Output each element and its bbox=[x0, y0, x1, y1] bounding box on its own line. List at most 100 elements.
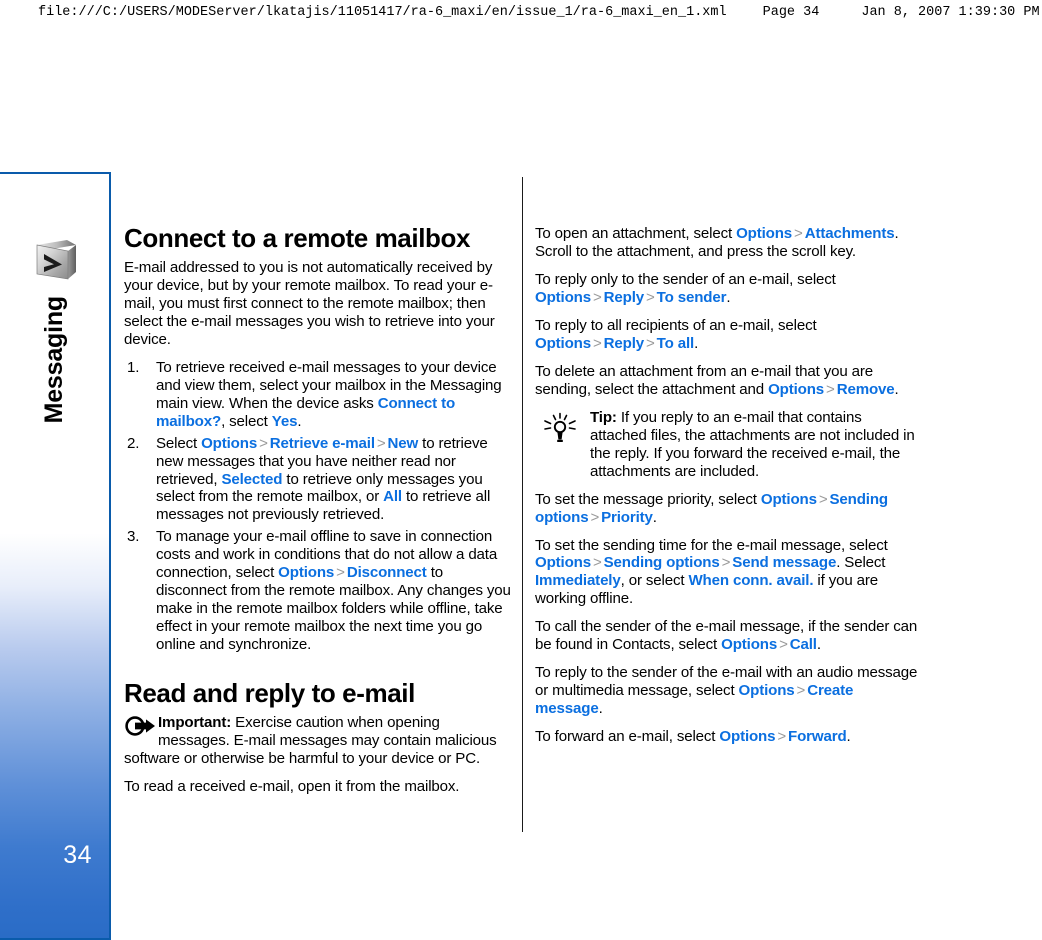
page-number: 34 bbox=[63, 841, 92, 869]
para-text: To reply only to the sender of an e-mail… bbox=[535, 270, 836, 288]
ui-term: Send message bbox=[732, 554, 837, 572]
important-note-body: Important: Exercise caution when opening… bbox=[124, 714, 497, 767]
chevron-separator-icon: > bbox=[777, 728, 787, 746]
left-column: Connect to a remote mailbox E-mail addre… bbox=[124, 223, 511, 796]
ui-term: Options bbox=[535, 554, 591, 572]
list-item: To retrieve received e-mail messages to … bbox=[124, 359, 511, 431]
tip-label: Tip: bbox=[590, 408, 617, 426]
ui-term: Options bbox=[201, 434, 258, 452]
step-text: . bbox=[297, 412, 302, 430]
print-header-url: file:///C:/USERS/MODEServer/lkatajis/110… bbox=[38, 4, 727, 20]
para-text: . bbox=[652, 508, 657, 526]
chevron-separator-icon: > bbox=[592, 554, 602, 572]
ui-term: To all bbox=[656, 334, 695, 352]
ui-term: When conn. avail. bbox=[688, 572, 814, 590]
ui-term: Options bbox=[535, 334, 591, 352]
chevron-separator-icon: > bbox=[818, 490, 828, 508]
intro-paragraph: E-mail addressed to you is not automatic… bbox=[124, 259, 495, 348]
ui-term: Reply bbox=[603, 334, 645, 352]
chapter-label: Messaging bbox=[40, 296, 68, 424]
important-label: Important: bbox=[158, 714, 232, 732]
important-note: Important: Exercise caution when opening… bbox=[124, 714, 511, 768]
ui-term: Priority bbox=[601, 508, 653, 526]
step-text: , select bbox=[221, 412, 272, 430]
page-content: Connect to a remote mailbox E-mail addre… bbox=[124, 177, 930, 885]
envelope-message-icon bbox=[27, 234, 83, 290]
ui-term: Yes bbox=[271, 412, 298, 430]
ui-term: Options bbox=[535, 288, 591, 306]
ui-term: Options bbox=[736, 225, 793, 242]
para-text: To reply to the sender of the e-mail wit… bbox=[535, 664, 918, 700]
para-text: To open an attachment, select bbox=[535, 225, 737, 242]
chevron-separator-icon: > bbox=[646, 288, 655, 306]
closing-paragraph: To read a received e-mail, open it from … bbox=[124, 778, 460, 796]
page-title: Connect to a remote mailbox bbox=[124, 223, 471, 253]
chevron-separator-icon: > bbox=[779, 636, 788, 654]
chevron-separator-icon: > bbox=[796, 682, 806, 700]
chevron-separator-icon: > bbox=[376, 434, 386, 452]
right-column: To open an attachment, select Options > At… bbox=[535, 225, 922, 746]
tip-text: If you reply to an e-mail that contains … bbox=[590, 408, 915, 480]
para-text: . bbox=[694, 334, 699, 352]
chapter-sidebar: Messaging 34 bbox=[0, 172, 111, 940]
ui-term: Call bbox=[789, 636, 817, 654]
tip-note-body: Tip: If you reply to an e-mail that cont… bbox=[590, 409, 915, 480]
ui-term: Reply bbox=[603, 288, 645, 306]
para-text: . bbox=[894, 380, 899, 398]
print-header-bar: file:///C:/USERS/MODEServer/lkatajis/110… bbox=[0, 0, 1042, 24]
ui-term: Options bbox=[278, 564, 335, 582]
paragraph-sending-time: To set the sending time for the e-mail m… bbox=[535, 537, 922, 609]
ui-term: Disconnect bbox=[346, 564, 427, 582]
steps-list: To retrieve received e-mail messages to … bbox=[124, 359, 511, 654]
chevron-separator-icon: > bbox=[592, 288, 602, 306]
para-text: To reply to all recipients of an e-mail,… bbox=[535, 316, 817, 334]
para-text: . Select bbox=[836, 554, 886, 572]
chevron-separator-icon: > bbox=[794, 225, 803, 242]
para-text: . bbox=[846, 728, 851, 746]
column-divider bbox=[522, 177, 523, 832]
paragraph-call-sender: To call the sender of the e-mail message… bbox=[535, 618, 922, 654]
paragraph-forward: To forward an e-mail, select Options > For… bbox=[535, 728, 922, 746]
section-title-read-reply: Read and reply to e-mail bbox=[124, 678, 415, 709]
list-item: Select Options > Retrieve e-mail > New to re… bbox=[124, 435, 511, 525]
ui-term: Options bbox=[719, 728, 776, 746]
para-text: . bbox=[816, 636, 821, 654]
tip-note: Tip: If you reply to an e-mail that cont… bbox=[535, 409, 922, 481]
paragraph-reply-sender: To reply only to the sender of an e-mail… bbox=[535, 271, 922, 307]
chevron-separator-icon: > bbox=[826, 380, 835, 398]
para-text: To forward an e-mail, select bbox=[535, 728, 720, 746]
lightbulb-tip-icon bbox=[541, 412, 579, 446]
ui-term: Options bbox=[721, 636, 778, 654]
ui-term: Selected bbox=[221, 470, 283, 488]
ui-term: Remove bbox=[836, 380, 895, 398]
paragraph-message-priority: To set the message priority, select Opti… bbox=[535, 491, 922, 527]
ui-term: Sending options bbox=[603, 554, 720, 572]
paragraph-audio-reply: To reply to the sender of the e-mail wit… bbox=[535, 664, 922, 718]
ui-term: All bbox=[383, 488, 402, 506]
paragraph-reply-all: To reply to all recipients of an e-mail,… bbox=[535, 317, 922, 353]
chevron-separator-icon: > bbox=[592, 334, 602, 352]
chevron-separator-icon: > bbox=[590, 508, 600, 526]
paragraph-delete-attachment: To delete an attachment from an e-mail t… bbox=[535, 363, 922, 399]
ui-term: Options bbox=[760, 490, 817, 508]
list-item: To manage your e-mail offline to save in… bbox=[124, 528, 511, 654]
ui-term: Immediately bbox=[535, 572, 621, 590]
ui-term: Options bbox=[768, 380, 825, 398]
para-text: To set the sending time for the e-mail m… bbox=[535, 536, 888, 554]
para-text: To set the message priority, select bbox=[535, 490, 761, 508]
ui-term: New bbox=[387, 434, 419, 452]
ui-term: To sender bbox=[656, 288, 727, 306]
para-text: . bbox=[726, 288, 731, 306]
chapter-tab-header: Messaging bbox=[0, 234, 109, 423]
ui-term: Options bbox=[738, 682, 795, 700]
ui-term: Retrieve e-mail bbox=[269, 434, 375, 452]
paragraph-open-attachment: To open an attachment, select Options > At… bbox=[535, 225, 922, 261]
chevron-separator-icon: > bbox=[646, 334, 655, 352]
para-text: . bbox=[598, 700, 603, 718]
print-header-page-label: Page 34 bbox=[762, 4, 820, 20]
para-text: , or select bbox=[620, 572, 689, 590]
print-header-timestamp: Jan 8, 2007 1:39:30 PM bbox=[861, 4, 1040, 20]
chapter-tab-inner: Messaging 34 bbox=[0, 174, 109, 938]
chevron-separator-icon: > bbox=[259, 434, 268, 452]
chevron-separator-icon: > bbox=[721, 554, 731, 572]
